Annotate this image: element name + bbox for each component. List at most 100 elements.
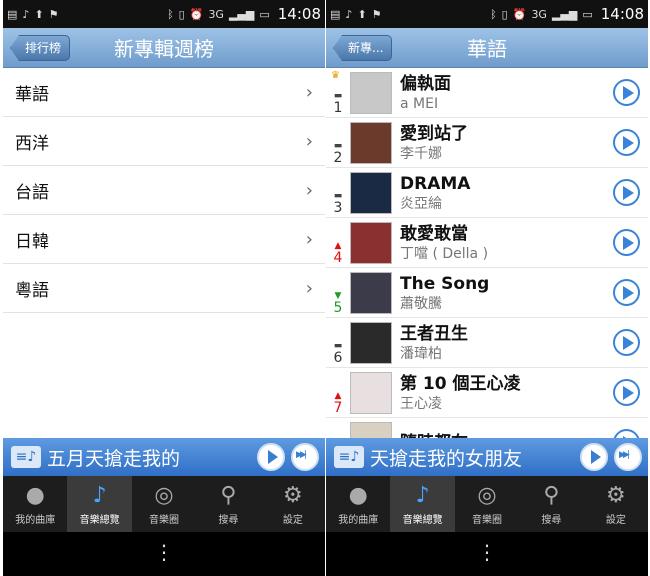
music-note-icon: ♪ [92,482,107,508]
song-row[interactable]: ▬ 3 DRAMA 炎亞綸 [326,168,648,218]
chevron-right-icon: › [305,130,313,152]
flag-icon: ⚑ [48,7,59,21]
page-title: 新專輯週榜 [114,37,214,61]
menu-button[interactable]: ⋮ [3,532,325,576]
song-row[interactable]: ▲ 4 敢愛敢當 丁噹 ( Della ) [326,218,648,268]
album-cover [350,321,392,364]
song-title: DRAMA [400,173,471,194]
music-note-icon: ♪ [415,482,430,508]
tab-music-circle[interactable]: ◎ 音樂圈 [455,476,519,532]
tab-my-library[interactable]: ● 我的曲庫 [326,476,390,532]
song-title: 王者丑生 [400,323,468,344]
song-row[interactable]: ▲ 7 第 10 個王心凌 王心凌 [326,368,648,418]
trend-up-icon: ▲ [334,240,342,251]
song-row[interactable]: ♛ ▬ 1 偏執面 a MEI [326,68,648,118]
category-item[interactable]: 台語 › [3,166,325,215]
category-item[interactable]: 粵語 › [3,264,325,313]
play-song-button[interactable] [613,279,640,306]
song-row[interactable]: 隨時都在 [326,418,648,438]
net-label: 3G [531,7,547,21]
mini-player[interactable]: ≡♪ 天搶走我的女朋友 [326,438,648,476]
nav-bar: 排行榜 新專輯週榜 [3,28,325,68]
song-artist: 王心凌 [400,395,442,412]
crown-icon: ♛ [331,70,340,81]
next-button[interactable] [291,443,319,471]
status-bar: ▤ ♪ ⬆ ⚑ ᛒ ▯ ⏰ 3G ▂▄▆ ▭ 14:08 [3,0,325,28]
play-song-button[interactable] [613,179,640,206]
album-cover [350,121,392,164]
menu-button[interactable]: ⋮ [326,532,648,576]
album-cover [350,71,392,114]
trend-same-icon: ▬ [333,340,343,351]
signal-icon: ▂▄▆ [228,7,255,21]
song-row[interactable]: ▼ 5 The Song 蕭敬騰 [326,268,648,318]
rank-number: 4 [333,249,343,266]
category-list: 華語 › 西洋 › 台語 › 日韓 › 粵語 › [3,68,325,438]
vibrate-icon: ▯ [178,7,185,21]
song-row[interactable]: ▬ 2 愛到站了 李千娜 [326,118,648,168]
category-item[interactable]: 西洋 › [3,117,325,166]
category-label: 台語 [15,182,49,203]
right-screen: ▤ ♪ ⬆ ⚑ ᛒ ▯ ⏰ 3G ▂▄▆ ▭ 14:08 新專... 華語 ♛ ▬ 1 偏執面 a MEI… [326,0,648,576]
tab-settings[interactable]: ⚙ 設定 [584,476,648,532]
tab-bar: ● 我的曲庫 ♪ 音樂總覽 ◎ 音樂圈 ⚲ 搜尋 ⚙ 設定 [3,476,325,532]
tab-my-library[interactable]: ● 我的曲庫 [3,476,67,532]
tab-music-overview[interactable]: ♪ 音樂總覽 [67,476,132,532]
play-song-button[interactable] [613,329,640,356]
song-artist: 蕭敬騰 [400,295,442,312]
disc-icon: ◎ [477,482,497,508]
rank-cell: ▬ 3 [326,168,350,218]
song-artist: 李千娜 [400,145,442,162]
tab-settings[interactable]: ⚙ 設定 [261,476,325,532]
chevron-right-icon: › [305,81,313,103]
play-button[interactable] [580,443,608,471]
vibrate-icon: ▯ [501,7,508,21]
back-button[interactable]: 新專... [333,35,393,61]
play-song-button[interactable] [613,79,640,106]
chevron-right-icon: › [305,277,313,299]
play-song-button[interactable] [613,379,640,406]
song-title: 愛到站了 [400,123,468,144]
song-artist: 潘瑋柏 [400,345,442,362]
trend-up-icon: ▲ [334,390,342,401]
nav-bar: 新專... 華語 [326,28,648,68]
left-screen: ▤ ♪ ⬆ ⚑ ᛒ ▯ ⏰ 3G ▂▄▆ ▭ 14:08 排行榜 新專輯週榜 華語 › 西洋 › 台語… [3,0,325,576]
tab-music-circle[interactable]: ◎ 音樂圈 [132,476,196,532]
person-icon: ● [348,482,368,508]
gear-icon: ⚙ [282,482,303,508]
rank-number: 3 [333,199,343,216]
rank-number: 1 [333,99,343,116]
song-list: ♛ ▬ 1 偏執面 a MEI ▬ 2 愛到站了 李千娜 ▬ 3 DRAMA 炎亞綸 ▲ 4 敢愛敢當 丁噹 (… [326,68,648,438]
now-playing-text: 天搶走我的女朋友 [370,447,523,470]
play-song-button[interactable] [613,429,640,438]
page-title: 華語 [467,37,507,61]
song-row[interactable]: ▬ 6 王者丑生 潘瑋柏 [326,318,648,368]
trend-same-icon: ▬ [333,190,343,201]
flag-icon: ⚑ [371,7,382,21]
song-artist: 丁噹 ( Della ) [400,245,489,262]
tab-music-overview[interactable]: ♪ 音樂總覽 [390,476,455,532]
playlist-icon[interactable]: ≡♪ [334,446,364,468]
back-button[interactable]: 排行榜 [10,35,71,61]
album-cover [350,421,392,438]
upload-icon: ⬆ [357,7,367,21]
play-button[interactable] [257,443,285,471]
tab-search[interactable]: ⚲ 搜尋 [519,476,583,532]
next-button[interactable] [614,443,642,471]
category-label: 華語 [15,84,49,105]
alarm-icon: ⏰ [512,7,527,21]
search-icon: ⚲ [543,482,560,508]
rank-cell: ▬ 6 [326,318,350,368]
trend-same-icon: ▬ [333,90,343,101]
bluetooth-icon: ᛒ [490,7,497,21]
tab-search[interactable]: ⚲ 搜尋 [196,476,260,532]
play-song-button[interactable] [613,229,640,256]
category-item[interactable]: 日韓 › [3,215,325,264]
category-item[interactable]: 華語 › [3,68,325,117]
mini-player[interactable]: ≡♪ 五月天搶走我的 [3,438,325,476]
song-artist: 炎亞綸 [400,195,442,212]
play-song-button[interactable] [613,129,640,156]
gear-icon: ⚙ [605,482,626,508]
playlist-icon[interactable]: ≡♪ [11,446,41,468]
song-artist: a MEI [400,95,439,112]
